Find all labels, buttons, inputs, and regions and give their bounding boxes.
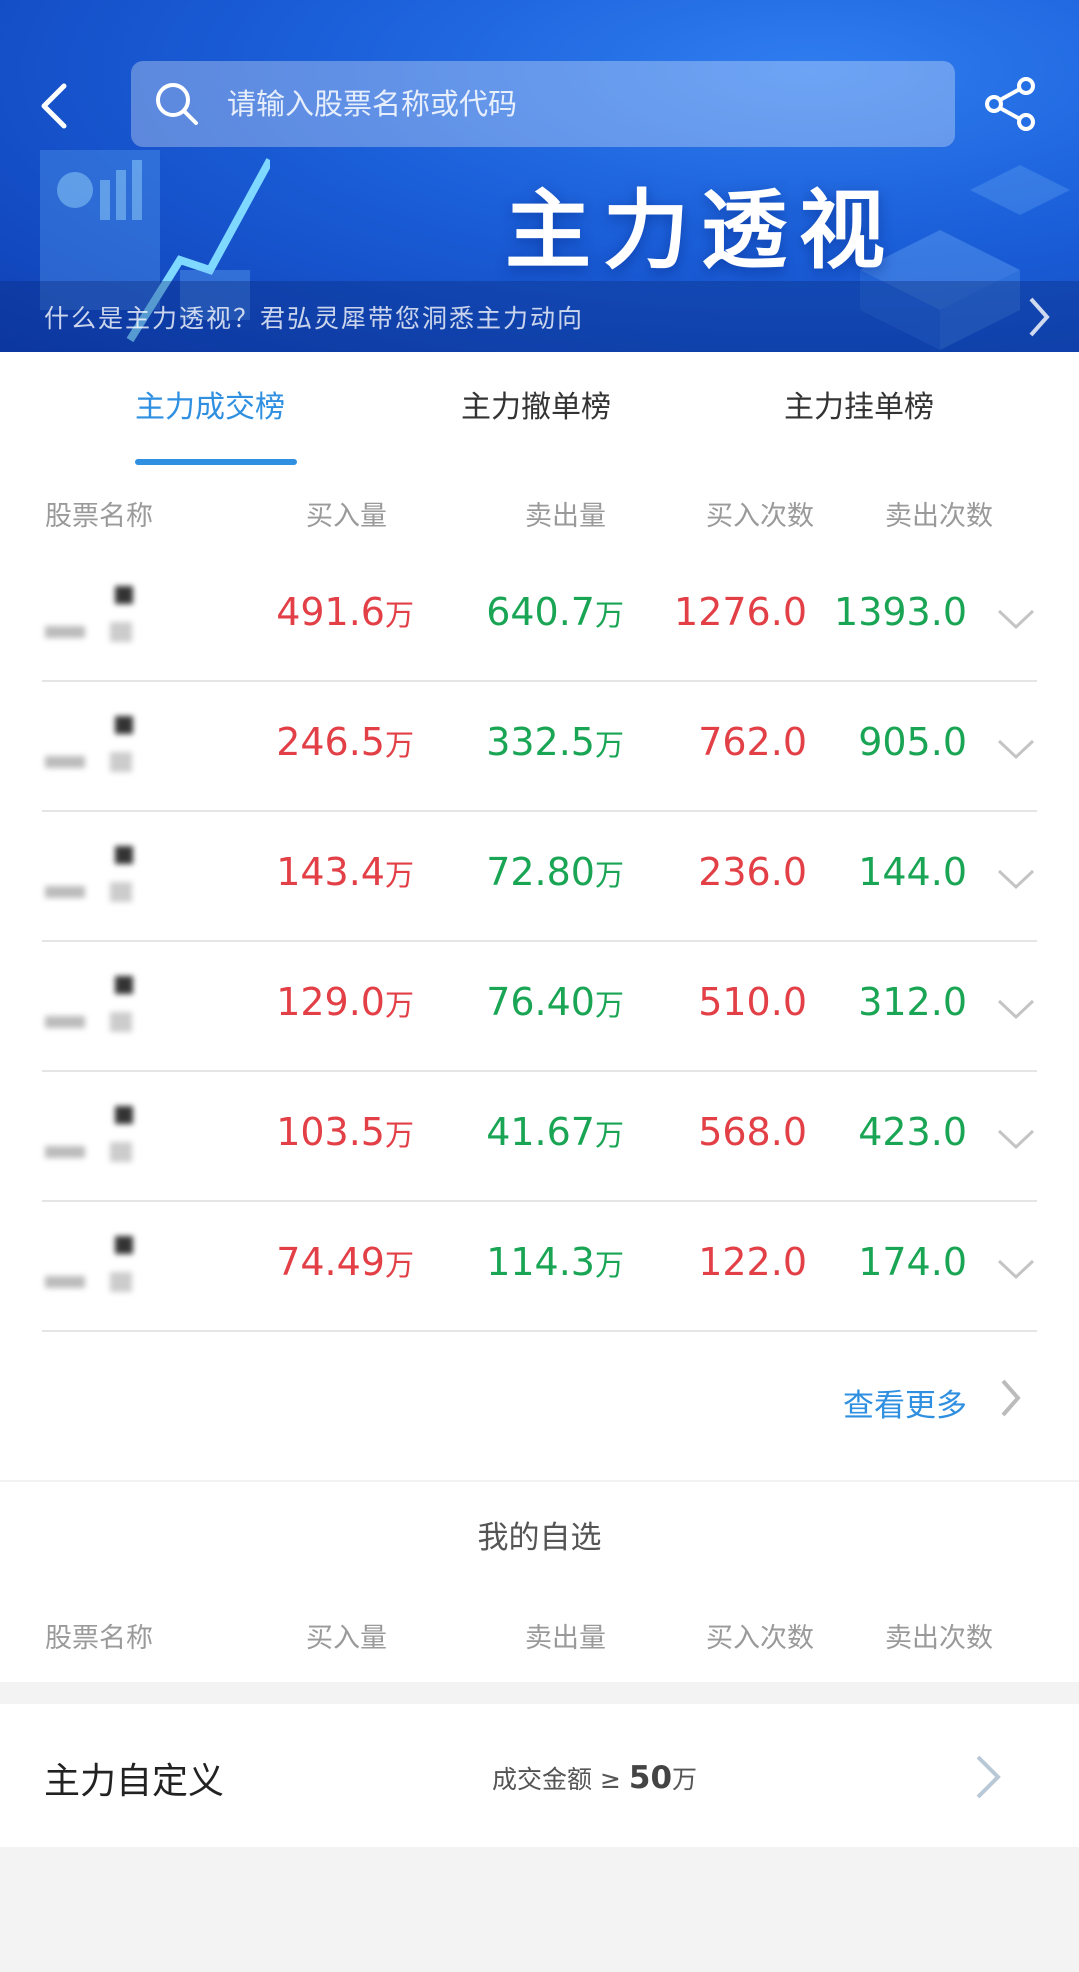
chevron-down-icon[interactable] [996,1257,1036,1281]
sell-count-cell: 144.0 [858,850,967,894]
col-header-buy-volume: 买入量 [306,501,387,532]
chevron-down-icon[interactable] [996,867,1036,891]
table-row[interactable]: 74.49万 114.3万 122.0 174.0 [0,1202,1079,1332]
share-icon[interactable] [982,76,1038,132]
chevron-down-icon[interactable] [996,607,1036,631]
buy-volume-cell: 491.6万 [276,590,414,634]
info-text: 什么是主力透视？君弘灵犀带您洞悉主力动向 [44,303,585,333]
chevron-right-icon [976,1755,1001,1799]
row-divider [42,1330,1037,1332]
watchlist-header: 股票名称 买入量 卖出量 买入次数 卖出次数 [0,1596,1079,1682]
table-row[interactable]: 143.4万 72.80万 236.0 144.0 [0,812,1079,942]
buy-count-cell: 568.0 [698,1110,807,1154]
col-header-name: 股票名称 [45,501,153,532]
buy-volume-cell: 143.4万 [276,850,414,894]
stock-name-redacted [45,586,133,642]
custom-filter-condition: 成交金额 ≥ 50万 [492,1760,698,1796]
col-header-sell-volume: 卖出量 [525,501,606,532]
stock-name-redacted [45,1236,133,1292]
sell-volume-cell: 332.5万 [486,720,624,764]
view-more-link[interactable]: 查看更多 [843,1380,967,1425]
sell-count-cell: 905.0 [858,720,967,764]
chevron-down-icon[interactable] [996,1127,1036,1151]
watchlist-title: 我的自选 [477,1520,602,1556]
sell-count-cell: 312.0 [858,980,967,1024]
active-tab-indicator [135,459,297,465]
custom-filter-row[interactable]: 主力自定义 成交金额 ≥ 50万 [0,1704,1079,1847]
search-input[interactable] [225,86,929,122]
col-header-buy-volume: 买入量 [306,1623,387,1654]
watchlist-section: 我的自选 [0,1482,1079,1596]
chevron-right-icon [1029,297,1050,337]
buy-count-cell: 122.0 [698,1240,807,1284]
col-header-buy-count: 买入次数 [706,1623,814,1654]
buy-volume-cell: 103.5万 [276,1110,414,1154]
sell-count-cell: 423.0 [858,1110,967,1154]
tab-main-cancel-ranking[interactable]: 主力撤单榜 [461,382,611,426]
table-row[interactable]: 491.6万 640.7万 1276.0 1393.0 [0,552,1079,682]
col-header-sell-volume: 卖出量 [525,1623,606,1654]
buy-volume-cell: 74.49万 [276,1240,414,1284]
search-box[interactable] [131,61,955,147]
tab-main-order-ranking[interactable]: 主力挂单榜 [784,382,934,426]
table-row[interactable]: 246.5万 332.5万 762.0 905.0 [0,682,1079,812]
sell-volume-cell: 114.3万 [486,1240,624,1284]
buy-volume-cell: 129.0万 [276,980,414,1024]
buy-count-cell: 1276.0 [674,590,807,634]
info-link-bar[interactable]: 什么是主力透视？君弘灵犀带您洞悉主力动向 [0,281,1079,352]
buy-count-cell: 510.0 [698,980,807,1024]
stock-name-redacted [45,976,133,1032]
chevron-down-icon[interactable] [996,997,1036,1021]
stock-name-redacted [45,716,133,772]
chevron-right-icon[interactable] [998,1376,1024,1420]
sell-volume-cell: 72.80万 [486,850,624,894]
stock-name-redacted [45,1106,133,1162]
header-banner: 主力透视 什么是主力透视？君弘灵犀带您洞悉主力动向 [0,0,1079,352]
stock-name-redacted [45,846,133,902]
col-header-buy-count: 买入次数 [706,501,814,532]
table-row[interactable]: 129.0万 76.40万 510.0 312.0 [0,942,1079,1072]
sell-volume-cell: 76.40万 [486,980,624,1024]
buy-volume-cell: 246.5万 [276,720,414,764]
col-header-sell-count: 卖出次数 [885,1623,993,1654]
back-arrow-icon[interactable] [34,76,78,136]
custom-filter-title: 主力自定义 [44,1761,225,1802]
banner-title: 主力透视 [505,181,897,281]
sell-count-cell: 174.0 [858,1240,967,1284]
col-header-sell-count: 卖出次数 [885,501,993,532]
col-header-name: 股票名称 [45,1623,153,1654]
buy-count-cell: 762.0 [698,720,807,764]
tab-main-deal-ranking[interactable]: 主力成交榜 [135,382,285,426]
table-row[interactable]: 103.5万 41.67万 568.0 423.0 [0,1072,1079,1202]
sell-volume-cell: 41.67万 [486,1110,624,1154]
buy-count-cell: 236.0 [698,850,807,894]
chevron-down-icon[interactable] [996,737,1036,761]
sell-count-cell: 1393.0 [834,590,967,634]
search-icon [156,83,198,125]
ranking-tabs: 主力成交榜 主力撤单榜 主力挂单榜 [0,352,1079,466]
sell-volume-cell: 640.7万 [486,590,624,634]
